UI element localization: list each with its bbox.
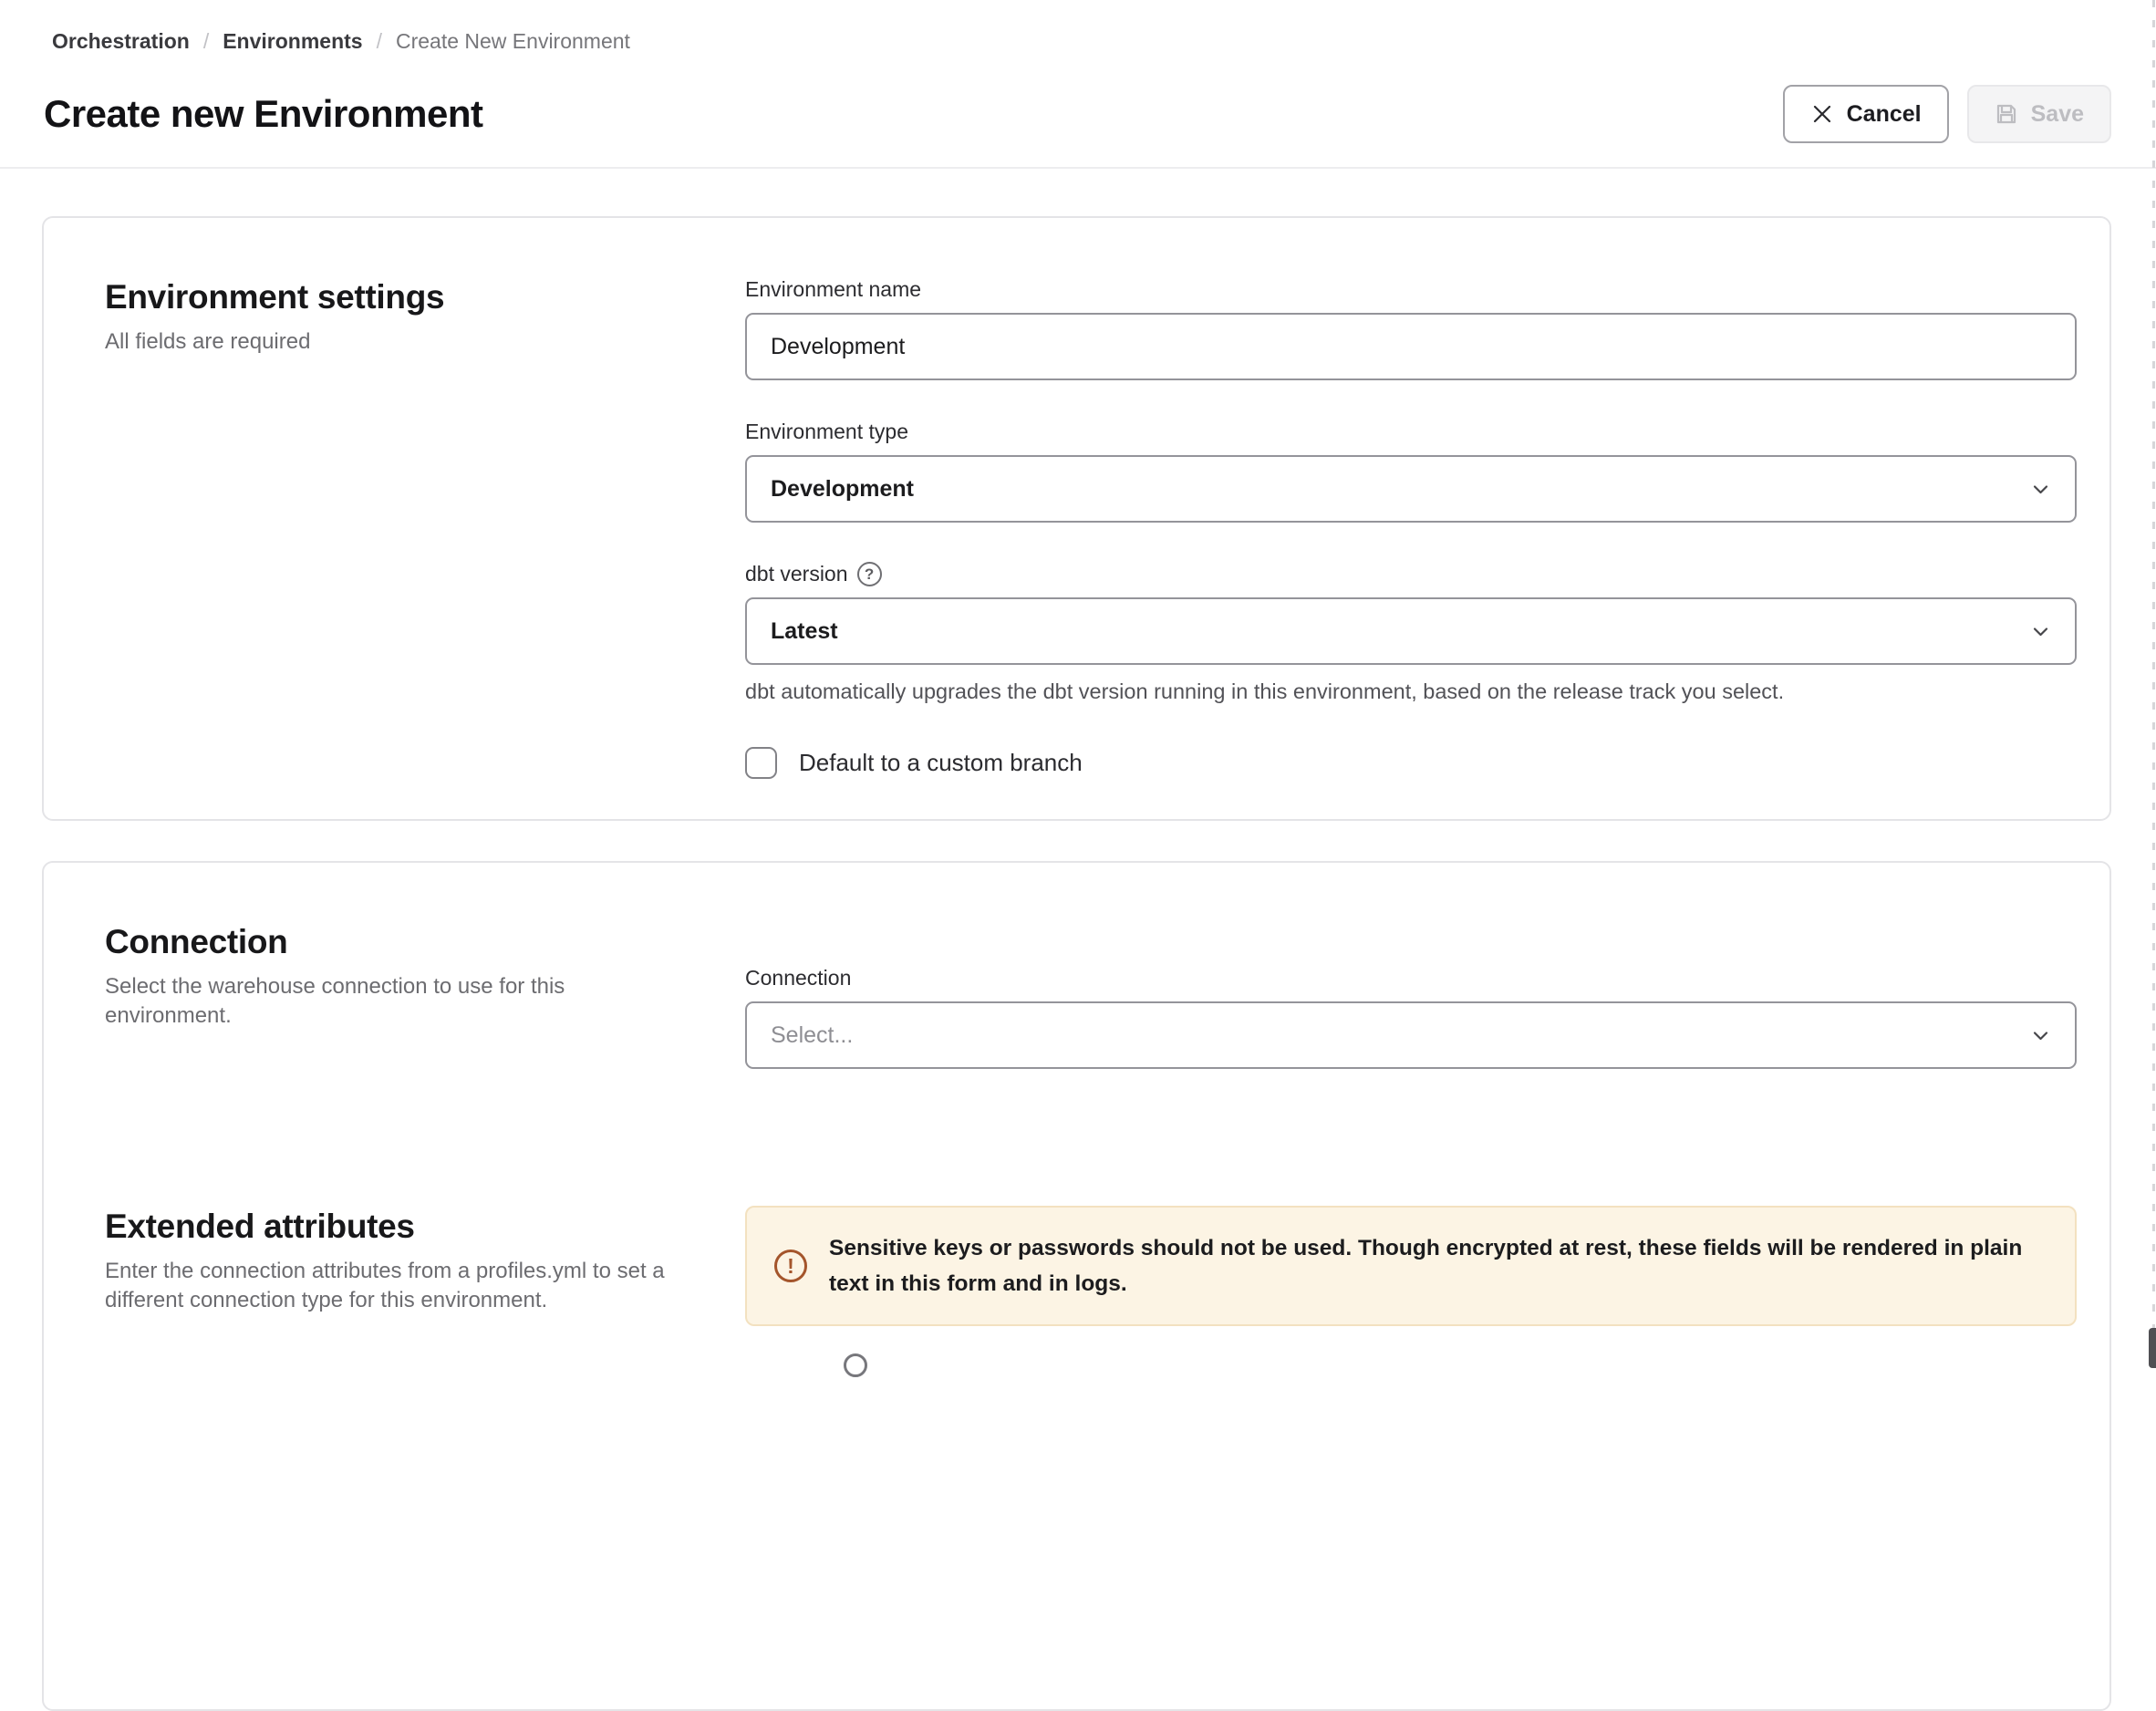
- connection-section: Connection Select the warehouse connecti…: [105, 921, 2077, 1069]
- environment-name-field: Environment name: [745, 276, 2077, 380]
- custom-branch-row: Default to a custom branch: [745, 747, 2077, 779]
- breadcrumb-separator: /: [377, 29, 382, 54]
- help-icon[interactable]: ?: [857, 562, 882, 586]
- scrollbar-thumb-end: [2149, 1328, 2156, 1368]
- main-content: Environment settings All fields are requ…: [0, 216, 2156, 1711]
- dbt-version-select[interactable]: Latest: [745, 597, 2077, 665]
- custom-branch-checkbox[interactable]: [745, 747, 777, 779]
- environment-settings-subheading: All fields are required: [105, 327, 670, 357]
- breadcrumb-item-orchestration[interactable]: Orchestration: [52, 29, 190, 54]
- save-button[interactable]: Save: [1967, 85, 2111, 143]
- chevron-down-icon: [2028, 477, 2053, 502]
- connection-subheading: Select the warehouse connection to use f…: [105, 972, 670, 1031]
- breadcrumb: Orchestration / Environments / Create Ne…: [52, 29, 2111, 54]
- environment-settings-heading: Environment settings: [105, 276, 745, 318]
- chevron-down-icon: [2028, 619, 2053, 644]
- cancel-button-label: Cancel: [1847, 101, 1922, 128]
- connection-select[interactable]: Select...: [745, 1001, 2077, 1069]
- environment-name-label: Environment name: [745, 276, 921, 302]
- extended-attributes-subheading: Enter the connection attributes from a p…: [105, 1257, 670, 1315]
- connection-heading: Connection: [105, 921, 745, 963]
- extended-attributes-heading: Extended attributes: [105, 1206, 745, 1248]
- environment-type-label: Environment type: [745, 419, 908, 444]
- connection-placeholder: Select...: [771, 1022, 853, 1049]
- environment-type-field: Environment type Development: [745, 419, 2077, 523]
- page-header: Orchestration / Environments / Create Ne…: [0, 0, 2156, 143]
- breadcrumb-separator: /: [203, 29, 209, 54]
- connection-field: Connection Select...: [745, 965, 2077, 1069]
- dbt-version-value: Latest: [771, 618, 838, 645]
- dbt-version-help-text: dbt automatically upgrades the dbt versi…: [745, 678, 2077, 705]
- connection-card: Connection Select the warehouse connecti…: [42, 861, 2111, 1711]
- connection-label: Connection: [745, 965, 851, 990]
- breadcrumb-item-environments[interactable]: Environments: [223, 29, 362, 54]
- warning-icon: !: [774, 1250, 807, 1282]
- environment-type-value: Development: [771, 476, 914, 503]
- breadcrumb-item-current: Create New Environment: [396, 29, 630, 54]
- environment-type-select[interactable]: Development: [745, 455, 2077, 523]
- close-icon: [1810, 102, 1834, 126]
- header-actions: Cancel Save: [1783, 85, 2111, 143]
- environment-name-input[interactable]: [745, 313, 2077, 380]
- save-button-label: Save: [2031, 101, 2084, 128]
- cancel-button[interactable]: Cancel: [1783, 85, 1949, 143]
- warning-banner: ! Sensitive keys or passwords should not…: [745, 1206, 2077, 1326]
- save-icon: [1995, 102, 2018, 126]
- scrollbar-track[interactable]: [2152, 0, 2155, 1361]
- dbt-version-label: dbt version: [745, 561, 848, 586]
- header-divider: [0, 167, 2156, 169]
- partially-visible-icon: [844, 1353, 867, 1377]
- environment-settings-card: Environment settings All fields are requ…: [42, 216, 2111, 821]
- extended-attributes-section: Extended attributes Enter the connection…: [105, 1206, 2077, 1326]
- chevron-down-icon: [2028, 1023, 2053, 1048]
- dbt-version-field: dbt version ? Latest dbt automatically u…: [745, 561, 2077, 705]
- page-title: Create new Environment: [44, 90, 482, 138]
- custom-branch-label: Default to a custom branch: [799, 749, 1083, 777]
- warning-text: Sensitive keys or passwords should not b…: [829, 1230, 2047, 1301]
